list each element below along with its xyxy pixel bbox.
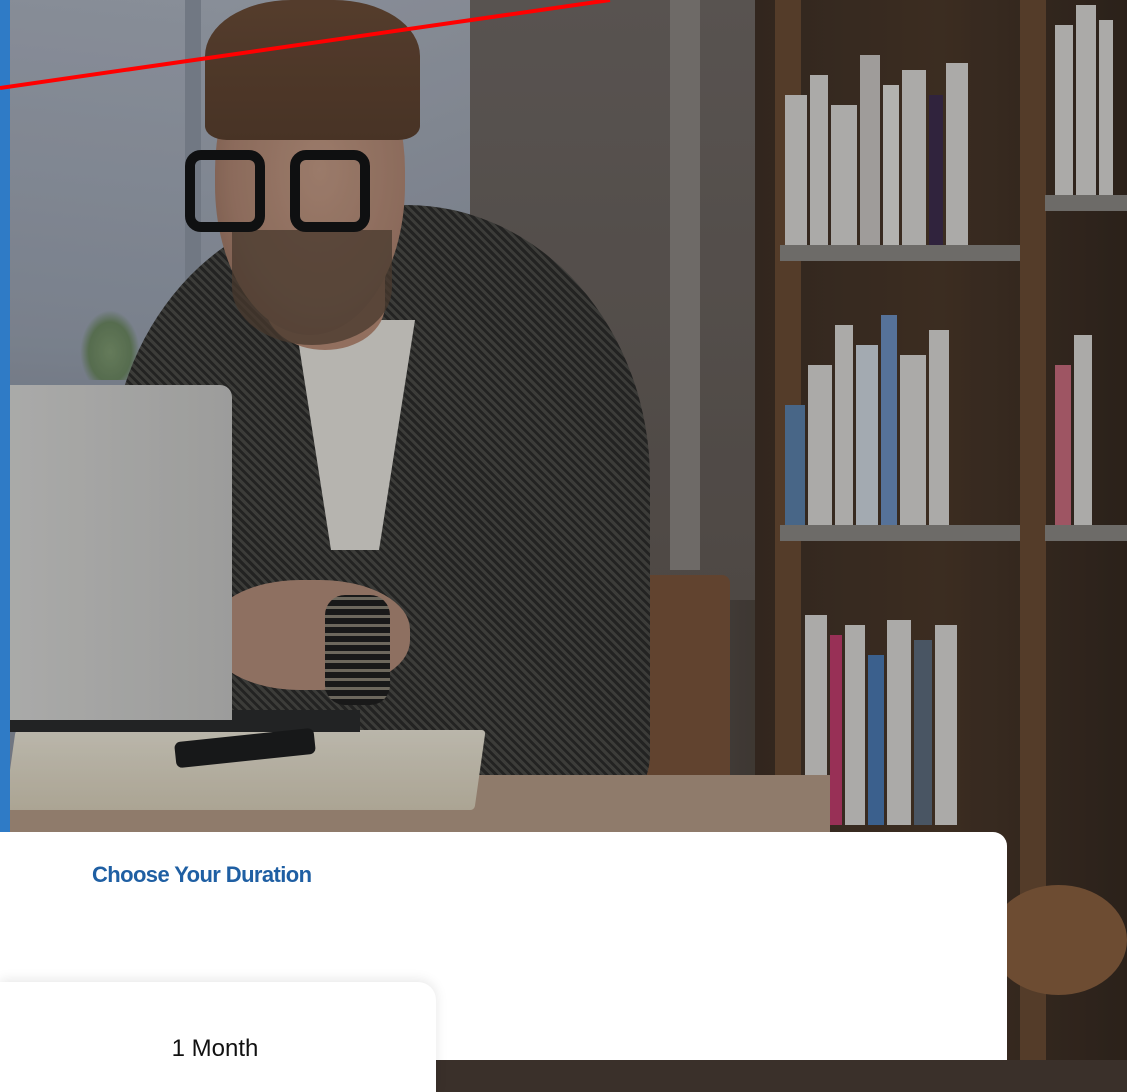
duration-title: Choose Your Duration	[92, 862, 312, 887]
duration-card: Choose Your Duration 1 Month	[0, 832, 1007, 1092]
duration-option-1-month[interactable]: 1 Month	[0, 982, 436, 1092]
left-accent-bar	[0, 0, 10, 832]
duration-option-label: 1 Month	[171, 1035, 259, 1062]
